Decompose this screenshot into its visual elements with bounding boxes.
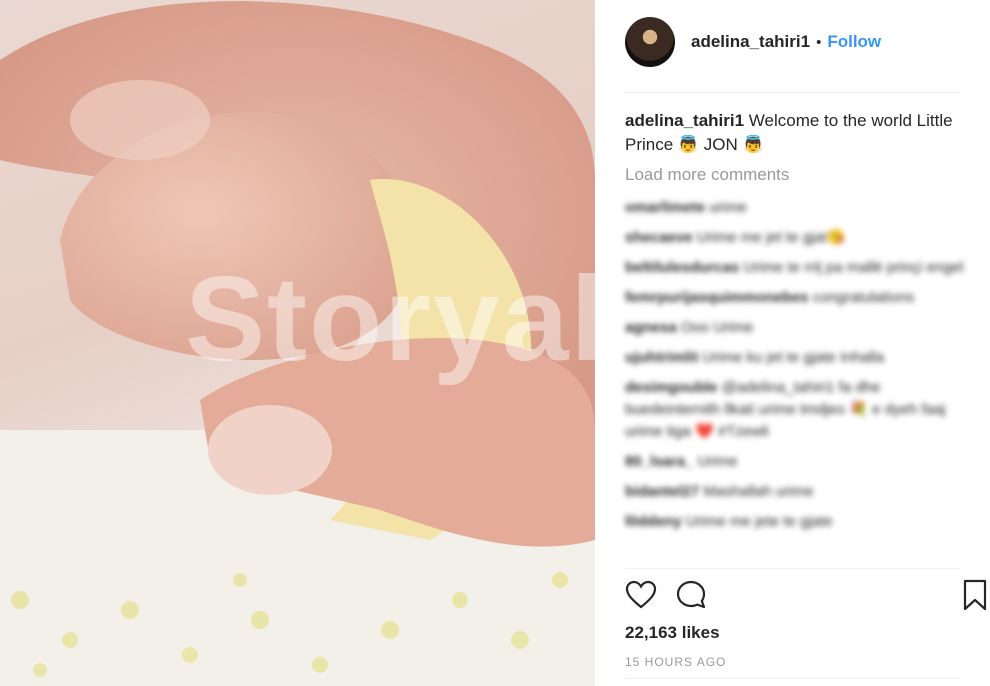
comment-username[interactable]: l0ddeny: [625, 513, 682, 530]
likes-count[interactable]: 22,163 likes: [625, 623, 720, 643]
post-caption: adelina_tahiri1 Welcome to the world Lit…: [625, 109, 970, 157]
post-header: adelina_tahiri1 • Follow: [625, 17, 960, 67]
comment-text: Urime me jete te gjate: [685, 513, 833, 530]
comment-text: Mashallah urime: [703, 483, 814, 500]
caption-username[interactable]: adelina_tahiri1: [625, 111, 744, 130]
comment-row: femrpurijasquimmonebes congratulations: [625, 287, 975, 309]
header-separator: •: [816, 33, 822, 51]
comment-username[interactable]: desimgouble: [625, 379, 718, 396]
comment-row: ujuhtrimlit Urime ku jet te gjate Inhall…: [625, 347, 975, 369]
comment-username[interactable]: shecaeve: [625, 229, 693, 246]
post-timestamp[interactable]: 15 HOURS AGO: [625, 655, 726, 669]
comment-row: desimgouble @adelina_tahiri1 fa dhe bued…: [625, 377, 975, 443]
comment-username[interactable]: beltilulesdurcas: [625, 259, 739, 276]
comments-list: omarlimete urime shecaeve Urime me jet te…: [625, 197, 975, 541]
comment-text: Urime: [697, 453, 738, 470]
comment-username[interactable]: omarlimete: [625, 199, 705, 216]
comment-row: l0ddeny Urime me jete te gjate: [625, 511, 975, 533]
comment-text: urime: [709, 199, 747, 216]
bottom-divider: [625, 678, 960, 679]
watermark-text: Storyal: [185, 252, 595, 386]
comment-row: omarlimete urime: [625, 197, 975, 219]
comment-text: Urime me jet te gjat😘: [696, 229, 846, 246]
heart-icon[interactable]: [625, 579, 657, 611]
comment-row: 80_lsara_ Urime: [625, 451, 975, 473]
comment-row: agnesa Ooo Urime: [625, 317, 975, 339]
follow-button[interactable]: Follow: [827, 32, 881, 52]
comment-row: bidantel27 Mashallah urime: [625, 481, 975, 503]
comment-username[interactable]: 80_lsara_: [625, 453, 693, 470]
comment-username[interactable]: agnesa: [625, 319, 677, 336]
comment-row: shecaeve Urime me jet te gjat😘: [625, 227, 975, 249]
avatar[interactable]: [625, 17, 675, 67]
post-photo[interactable]: Storyal: [0, 0, 595, 686]
comment-username[interactable]: ujuhtrimlit: [625, 349, 698, 366]
bookmark-icon[interactable]: [959, 579, 990, 611]
comment-username[interactable]: bidantel27: [625, 483, 699, 500]
header-divider: [625, 92, 960, 93]
comment-text: Ooo Urime: [680, 319, 754, 336]
comment-icon[interactable]: [675, 579, 707, 611]
post-side-panel: adelina_tahiri1 • Follow adelina_tahiri1…: [595, 0, 990, 686]
comment-text: congratulations: [812, 289, 915, 306]
comment-text: Urime te rriţ pa mallë prinçi engel: [743, 259, 964, 276]
header-username[interactable]: adelina_tahiri1: [691, 32, 810, 52]
comment-username[interactable]: femrpurijasquimmonebes: [625, 289, 808, 306]
comment-row: beltilulesdurcas Urime te rriţ pa mallë …: [625, 257, 975, 279]
load-more-comments-button[interactable]: Load more comments: [625, 165, 789, 185]
comment-text: Urime ku jet te gjate Inhalla: [702, 349, 885, 366]
comments-divider: [625, 568, 960, 569]
